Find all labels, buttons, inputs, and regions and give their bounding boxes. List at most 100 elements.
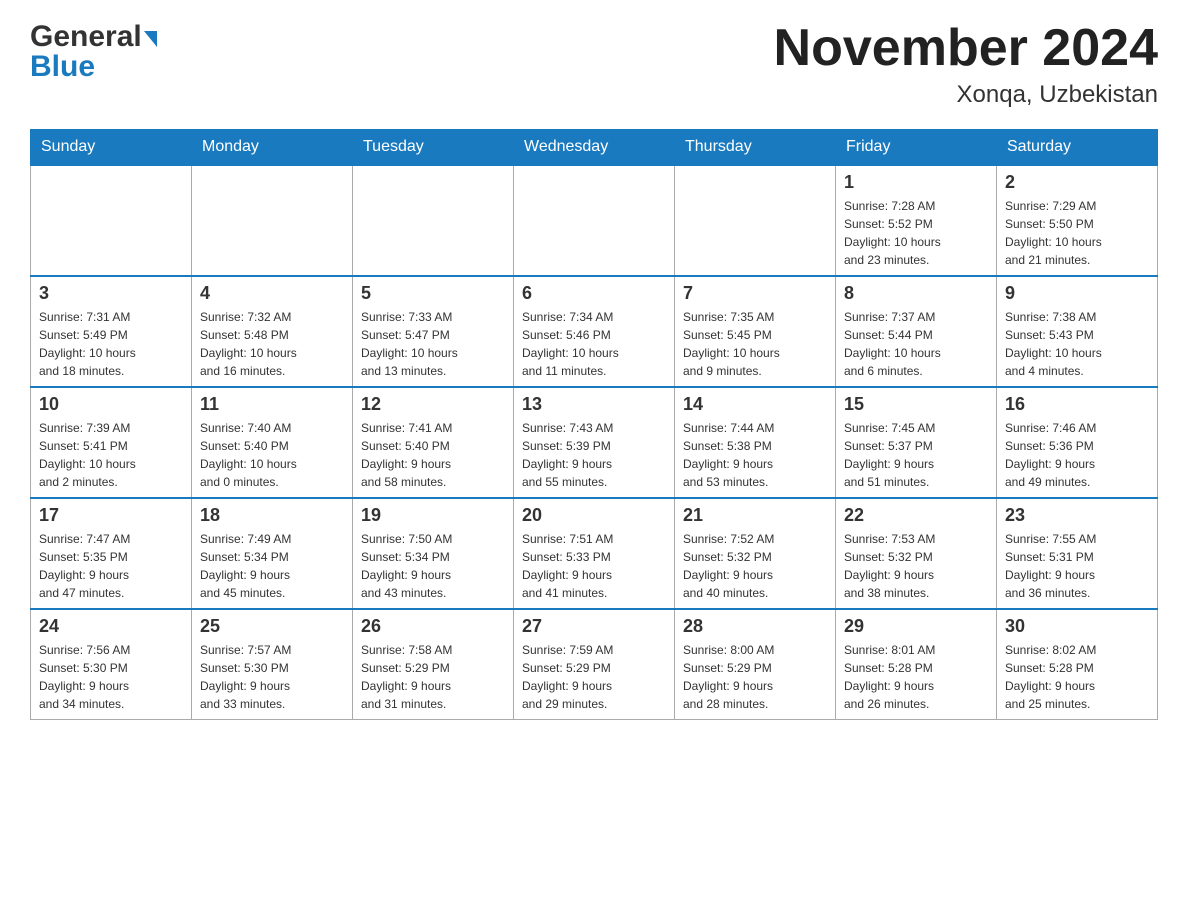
day-number: 8 xyxy=(844,283,988,304)
day-info: Sunrise: 7:34 AM Sunset: 5:46 PM Dayligh… xyxy=(522,308,666,380)
day-number: 20 xyxy=(522,505,666,526)
day-cell: 10 Sunrise: 7:39 AM Sunset: 5:41 PM Dayli… xyxy=(31,387,192,498)
day-cell: 1Sunrise: 7:28 AM Sunset: 5:52 PM Daylig… xyxy=(836,165,997,276)
day-cell: 11Sunrise: 7:40 AM Sunset: 5:40 PM Dayli… xyxy=(192,387,353,498)
location-title: Xonqa, Uzbekistan xyxy=(774,81,1158,109)
day-number: 16 xyxy=(1005,394,1149,415)
weekday-header-row: SundayMondayTuesdayWednesdayThursdayFrid… xyxy=(31,130,1158,166)
day-number: 2 xyxy=(1005,172,1149,193)
day-number: 27 xyxy=(522,616,666,637)
day-info: Sunrise: 7:46 AM Sunset: 5:36 PM Dayligh… xyxy=(1005,419,1149,491)
day-cell: 2 Sunrise: 7:29 AM Sunset: 5:50 PM Daylig… xyxy=(997,165,1158,276)
day-cell: 28 Sunrise: 8:00 AM Sunset: 5:29 PM Dayli… xyxy=(675,609,836,720)
day-number: 9 xyxy=(1005,283,1149,304)
month-title: November 2024 xyxy=(774,20,1158,77)
day-info: Sunrise: 7:44 AM Sunset: 5:38 PM Dayligh… xyxy=(683,419,827,491)
day-cell: 19Sunrise: 7:50 AM Sunset: 5:34 PM Dayli… xyxy=(353,498,514,609)
logo-arrow-icon xyxy=(144,31,157,47)
day-info: Sunrise: 7:59 AM Sunset: 5:29 PM Dayligh… xyxy=(522,641,666,713)
day-number: 30 xyxy=(1005,616,1149,637)
day-number: 28 xyxy=(683,616,827,637)
day-cell: 30Sunrise: 8:02 AM Sunset: 5:28 PM Dayli… xyxy=(997,609,1158,720)
day-number: 21 xyxy=(683,505,827,526)
day-cell: 21 Sunrise: 7:52 AM Sunset: 5:32 PM Dayli… xyxy=(675,498,836,609)
day-cell: 25 Sunrise: 7:57 AM Sunset: 5:30 PM Dayli… xyxy=(192,609,353,720)
day-info: Sunrise: 7:56 AM Sunset: 5:30 PM Dayligh… xyxy=(39,641,183,713)
day-cell xyxy=(353,165,514,276)
day-number: 12 xyxy=(361,394,505,415)
day-cell: 12 Sunrise: 7:41 AM Sunset: 5:40 PM Dayli… xyxy=(353,387,514,498)
day-cell: 22Sunrise: 7:53 AM Sunset: 5:32 PM Dayli… xyxy=(836,498,997,609)
day-cell: 20 Sunrise: 7:51 AM Sunset: 5:33 PM Dayli… xyxy=(514,498,675,609)
day-info: Sunrise: 7:28 AM Sunset: 5:52 PM Dayligh… xyxy=(844,197,988,269)
week-row-4: 17 Sunrise: 7:47 AM Sunset: 5:35 PM Dayli… xyxy=(31,498,1158,609)
header: General Blue November 2024 Xonqa, Uzbeki… xyxy=(30,20,1158,109)
day-info: Sunrise: 7:52 AM Sunset: 5:32 PM Dayligh… xyxy=(683,530,827,602)
day-number: 15 xyxy=(844,394,988,415)
day-number: 22 xyxy=(844,505,988,526)
day-cell: 3Sunrise: 7:31 AM Sunset: 5:49 PM Daylig… xyxy=(31,276,192,387)
day-cell: 14 Sunrise: 7:44 AM Sunset: 5:38 PM Dayli… xyxy=(675,387,836,498)
day-cell: 16 Sunrise: 7:46 AM Sunset: 5:36 PM Dayli… xyxy=(997,387,1158,498)
day-cell: 24Sunrise: 7:56 AM Sunset: 5:30 PM Dayli… xyxy=(31,609,192,720)
day-info: Sunrise: 7:31 AM Sunset: 5:49 PM Dayligh… xyxy=(39,308,183,380)
weekday-header-sunday: Sunday xyxy=(31,130,192,166)
day-number: 10 xyxy=(39,394,183,415)
day-info: Sunrise: 7:49 AM Sunset: 5:34 PM Dayligh… xyxy=(200,530,344,602)
day-number: 5 xyxy=(361,283,505,304)
day-cell: 29 Sunrise: 8:01 AM Sunset: 5:28 PM Dayli… xyxy=(836,609,997,720)
day-cell: 6 Sunrise: 7:34 AM Sunset: 5:46 PM Daylig… xyxy=(514,276,675,387)
calendar-table: SundayMondayTuesdayWednesdayThursdayFrid… xyxy=(30,129,1158,720)
day-info: Sunrise: 8:00 AM Sunset: 5:29 PM Dayligh… xyxy=(683,641,827,713)
day-cell: 5Sunrise: 7:33 AM Sunset: 5:47 PM Daylig… xyxy=(353,276,514,387)
day-number: 7 xyxy=(683,283,827,304)
day-info: Sunrise: 7:47 AM Sunset: 5:35 PM Dayligh… xyxy=(39,530,183,602)
weekday-header-saturday: Saturday xyxy=(997,130,1158,166)
day-cell: 23Sunrise: 7:55 AM Sunset: 5:31 PM Dayli… xyxy=(997,498,1158,609)
day-info: Sunrise: 7:39 AM Sunset: 5:41 PM Dayligh… xyxy=(39,419,183,491)
day-number: 14 xyxy=(683,394,827,415)
day-cell: 26 Sunrise: 7:58 AM Sunset: 5:29 PM Dayli… xyxy=(353,609,514,720)
day-number: 19 xyxy=(361,505,505,526)
day-number: 13 xyxy=(522,394,666,415)
day-cell: 9 Sunrise: 7:38 AM Sunset: 5:43 PM Daylig… xyxy=(997,276,1158,387)
day-number: 29 xyxy=(844,616,988,637)
logo-blue: Blue xyxy=(30,50,95,84)
day-cell: 7Sunrise: 7:35 AM Sunset: 5:45 PM Daylig… xyxy=(675,276,836,387)
day-number: 23 xyxy=(1005,505,1149,526)
day-cell xyxy=(514,165,675,276)
day-info: Sunrise: 8:01 AM Sunset: 5:28 PM Dayligh… xyxy=(844,641,988,713)
day-info: Sunrise: 7:45 AM Sunset: 5:37 PM Dayligh… xyxy=(844,419,988,491)
day-cell xyxy=(192,165,353,276)
day-info: Sunrise: 7:37 AM Sunset: 5:44 PM Dayligh… xyxy=(844,308,988,380)
logo: General Blue xyxy=(30,20,157,84)
day-info: Sunrise: 7:51 AM Sunset: 5:33 PM Dayligh… xyxy=(522,530,666,602)
day-info: Sunrise: 7:32 AM Sunset: 5:48 PM Dayligh… xyxy=(200,308,344,380)
day-number: 26 xyxy=(361,616,505,637)
weekday-header-thursday: Thursday xyxy=(675,130,836,166)
day-info: Sunrise: 7:40 AM Sunset: 5:40 PM Dayligh… xyxy=(200,419,344,491)
day-info: Sunrise: 7:58 AM Sunset: 5:29 PM Dayligh… xyxy=(361,641,505,713)
day-number: 17 xyxy=(39,505,183,526)
day-cell: 27 Sunrise: 7:59 AM Sunset: 5:29 PM Dayli… xyxy=(514,609,675,720)
weekday-header-monday: Monday xyxy=(192,130,353,166)
week-row-3: 10 Sunrise: 7:39 AM Sunset: 5:41 PM Dayli… xyxy=(31,387,1158,498)
day-number: 18 xyxy=(200,505,344,526)
day-cell xyxy=(675,165,836,276)
day-info: Sunrise: 7:29 AM Sunset: 5:50 PM Dayligh… xyxy=(1005,197,1149,269)
weekday-header-friday: Friday xyxy=(836,130,997,166)
day-info: Sunrise: 7:57 AM Sunset: 5:30 PM Dayligh… xyxy=(200,641,344,713)
day-cell: 18 Sunrise: 7:49 AM Sunset: 5:34 PM Dayli… xyxy=(192,498,353,609)
day-cell xyxy=(31,165,192,276)
logo-general: General xyxy=(30,20,142,54)
week-row-2: 3Sunrise: 7:31 AM Sunset: 5:49 PM Daylig… xyxy=(31,276,1158,387)
day-number: 25 xyxy=(200,616,344,637)
day-cell: 8 Sunrise: 7:37 AM Sunset: 5:44 PM Daylig… xyxy=(836,276,997,387)
day-cell: 13Sunrise: 7:43 AM Sunset: 5:39 PM Dayli… xyxy=(514,387,675,498)
day-number: 6 xyxy=(522,283,666,304)
weekday-header-wednesday: Wednesday xyxy=(514,130,675,166)
day-cell: 4Sunrise: 7:32 AM Sunset: 5:48 PM Daylig… xyxy=(192,276,353,387)
day-info: Sunrise: 7:38 AM Sunset: 5:43 PM Dayligh… xyxy=(1005,308,1149,380)
day-info: Sunrise: 7:41 AM Sunset: 5:40 PM Dayligh… xyxy=(361,419,505,491)
week-row-1: 1Sunrise: 7:28 AM Sunset: 5:52 PM Daylig… xyxy=(31,165,1158,276)
